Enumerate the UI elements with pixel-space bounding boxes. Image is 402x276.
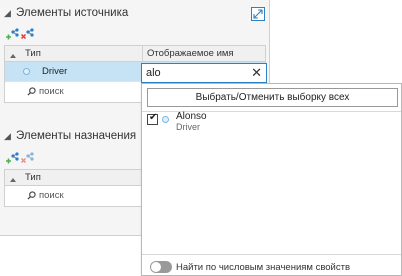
toggle-knob [151,262,161,272]
display-name-filter-input[interactable]: alo ✕ [141,63,267,83]
clear-icon[interactable]: ✕ [251,65,262,81]
row-type-value: Driver [42,66,68,77]
target-section-header[interactable]: ◢ Элементы назначения [4,130,136,142]
select-all-button[interactable]: Выбрать/Отменить выборку всех [147,88,398,107]
result-name: Alonso [176,111,207,122]
feature-type-icon [23,68,30,75]
source-section-title: Элементы источника [16,7,129,19]
col-type[interactable]: Тип [25,48,41,59]
sort-arrow-icon[interactable] [10,54,16,58]
col-type[interactable]: Тип [25,172,41,183]
expanded-caret-icon: ◢ [4,7,11,18]
remove-elements-icon[interactable] [20,151,36,165]
result-type: Driver [176,122,200,132]
sort-arrow-icon[interactable] [10,178,16,182]
feature-type-icon [162,116,169,123]
add-elements-icon[interactable] [5,27,21,41]
check-icon: ✔ [149,112,158,123]
column-separator [142,46,143,62]
divider [142,254,401,255]
filter-results-popup: Выбрать/Отменить выборку всех ✔ Alonso D… [141,83,402,276]
target-search-placeholder: поиск [39,190,64,201]
filter-value: alo [146,67,161,79]
target-section-title: Элементы назначения [16,130,137,142]
expanded-caret-icon: ◢ [4,130,11,141]
source-search-placeholder: поиск [39,86,64,97]
result-checkbox[interactable]: ✔ [147,112,158,125]
search-icon [27,191,36,200]
source-section-header[interactable]: ◢ Элементы источника [4,7,128,19]
numeric-search-label: Найти по числовым значениям свойств [176,262,351,273]
remove-elements-icon[interactable] [20,27,36,41]
numeric-search-toggle[interactable] [150,261,172,273]
add-elements-icon[interactable] [5,151,21,165]
source-grid-header: Тип Отображаемое имя [5,46,265,62]
float-panel-icon[interactable] [251,7,265,21]
search-icon [27,87,36,96]
col-display-name[interactable]: Отображаемое имя [147,48,234,59]
